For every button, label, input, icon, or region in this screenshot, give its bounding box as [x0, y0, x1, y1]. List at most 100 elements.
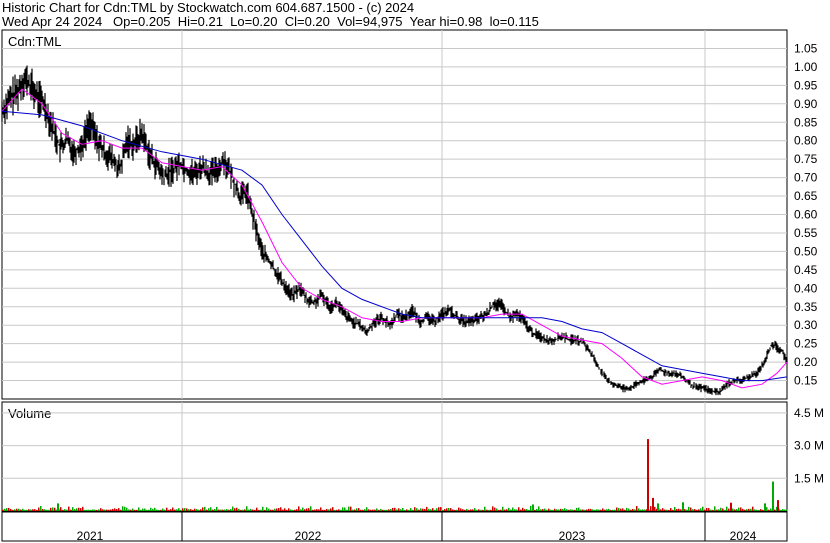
volume-bar: [680, 509, 682, 511]
volume-bar: [472, 509, 474, 511]
volume-bar: [454, 509, 456, 511]
volume-bar: [550, 509, 552, 511]
volume-bar: [36, 509, 38, 511]
price-tick-label: 0.30: [794, 318, 818, 332]
volume-bar: [326, 508, 328, 511]
volume-bar: [580, 509, 582, 511]
volume-bar: [574, 509, 576, 511]
volume-bar: [654, 506, 656, 511]
volume-bar: [604, 509, 606, 511]
volume-bar: [346, 509, 348, 511]
volume-bar: [770, 508, 772, 511]
volume-bar: [44, 509, 46, 511]
volume-bar: [80, 508, 82, 511]
time-axis-frame: [1, 511, 788, 542]
volume-bar: [657, 503, 659, 511]
volume-bar: [348, 506, 350, 511]
volume-bar: [132, 508, 134, 511]
volume-bar: [362, 509, 364, 511]
volume-bar: [548, 508, 550, 511]
volume-bar: [410, 508, 412, 511]
volume-bar: [198, 509, 200, 511]
volume-bar: [564, 508, 566, 511]
volume-bar: [686, 509, 688, 511]
volume-bar: [66, 509, 68, 511]
volume-bar: [50, 507, 52, 511]
volume-bar: [744, 509, 746, 511]
volume-bar: [22, 508, 24, 511]
volume-bar: [290, 509, 292, 511]
volume-bar: [712, 509, 714, 511]
volume-bar: [180, 509, 182, 511]
volume-bar: [86, 509, 88, 511]
volume-bar: [670, 508, 672, 511]
volume-bar: [722, 508, 724, 511]
volume-bar: [496, 508, 498, 511]
volume-bar: [374, 509, 376, 511]
volume-bar: [426, 506, 428, 511]
volume-bar: [777, 500, 779, 511]
volume-bar: [780, 509, 782, 511]
volume-bar: [344, 507, 346, 511]
volume-bar: [300, 509, 302, 511]
volume-bar: [182, 508, 184, 511]
volume-bar: [74, 509, 76, 511]
volume-bar: [142, 508, 144, 511]
volume-bar: [464, 509, 466, 511]
volume-bar: [698, 509, 700, 511]
volume-bar: [540, 509, 542, 511]
volume-bar: [478, 509, 480, 511]
volume-bar: [736, 509, 738, 511]
volume-bar: [6, 508, 8, 511]
price-tick-label: 0.60: [794, 208, 818, 222]
volume-bar: [270, 509, 272, 511]
volume-bar: [216, 506, 218, 511]
price-tick-label: 0.65: [794, 189, 818, 203]
volume-bar: [134, 509, 136, 511]
year-label: 2022: [295, 529, 322, 543]
volume-bar: [30, 509, 32, 511]
volume-bar: [647, 439, 649, 511]
volume-bar: [118, 508, 120, 511]
volume-bar: [126, 507, 128, 511]
volume-bar: [728, 508, 730, 511]
volume-bar: [378, 509, 380, 511]
volume-bar: [616, 507, 618, 511]
volume-bar: [60, 507, 62, 511]
volume-bar: [284, 508, 286, 511]
volume-bar: [528, 509, 530, 511]
volume-bar: [318, 509, 320, 511]
volume-bar: [14, 509, 16, 511]
volume-bar: [552, 509, 554, 511]
volume-bar: [514, 509, 516, 511]
volume-bar: [252, 509, 254, 511]
volume-bar: [316, 509, 318, 511]
volume-bar: [724, 509, 726, 511]
volume-bar: [160, 509, 162, 511]
volume-bar: [352, 509, 354, 511]
volume-bar: [634, 509, 636, 511]
volume-bar: [732, 508, 734, 511]
volume-bar: [350, 506, 352, 511]
volume-bar: [746, 509, 748, 511]
volume-bar: [24, 509, 26, 511]
volume-bar: [588, 508, 590, 511]
volume-bar: [586, 509, 588, 511]
volume-bar: [762, 509, 764, 511]
volume-bar: [774, 509, 776, 511]
volume-bar: [148, 509, 150, 511]
volume-bar: [288, 508, 290, 511]
volume-bar: [264, 509, 266, 511]
volume-bar: [18, 508, 20, 511]
volume-bar: [34, 509, 36, 511]
volume-bar: [92, 509, 94, 511]
volume-bar: [246, 506, 248, 511]
volume-bar: [330, 508, 332, 511]
price-tick-label: 0.90: [794, 97, 818, 111]
volume-bar: [292, 509, 294, 511]
volume-bar: [594, 509, 596, 511]
volume-bar: [244, 509, 246, 511]
volume-bar: [596, 509, 598, 511]
volume-bar: [694, 509, 696, 511]
volume-bar: [546, 509, 548, 511]
